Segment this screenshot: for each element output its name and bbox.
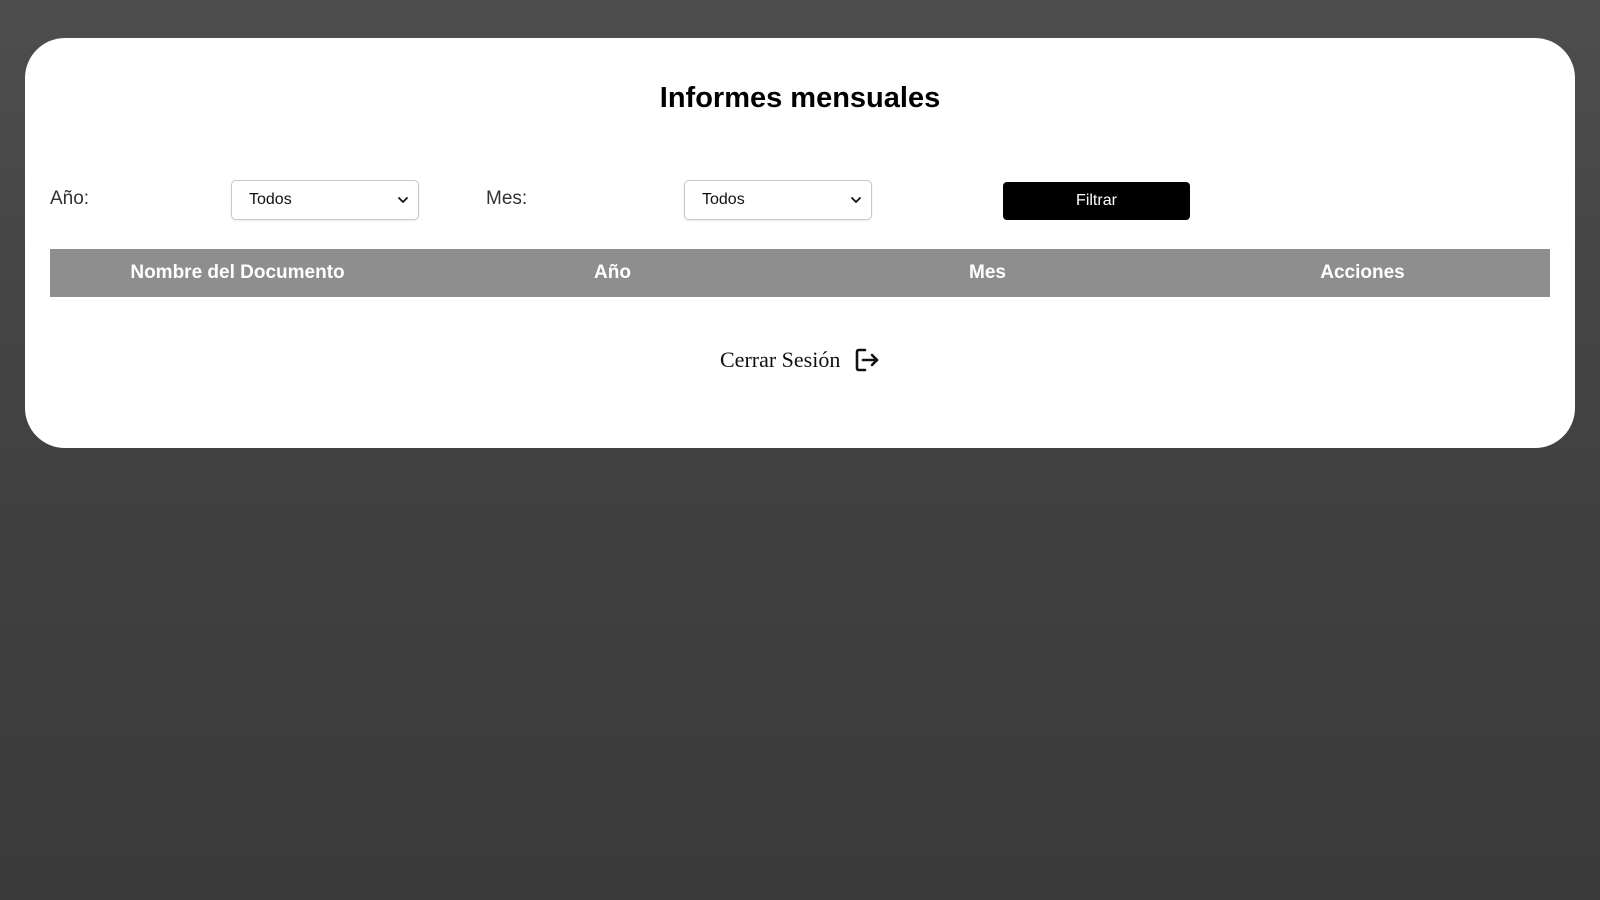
month-select-value: Todos — [702, 191, 745, 208]
filter-button[interactable]: Filtrar — [1003, 182, 1190, 220]
column-header-actions[interactable]: Acciones — [1175, 249, 1550, 297]
logout-button[interactable]: Cerrar Sesión — [720, 343, 880, 377]
table-header: Nombre del Documento Año Mes Acciones — [50, 249, 1550, 297]
logout-label: Cerrar Sesión — [720, 347, 841, 372]
month-select[interactable]: Todos — [684, 180, 872, 220]
column-header-month[interactable]: Mes — [800, 249, 1175, 297]
month-filter-label: Mes: — [486, 188, 528, 209]
chevron-down-icon — [398, 197, 408, 203]
page-title: Informes mensuales — [659, 82, 941, 114]
column-header-year[interactable]: Año — [425, 249, 800, 297]
year-filter-label: Año: — [50, 188, 90, 209]
column-header-document-name[interactable]: Nombre del Documento — [50, 249, 425, 297]
logout-icon[interactable] — [854, 346, 880, 374]
year-select[interactable]: Todos — [231, 180, 419, 220]
reports-card: Informes mensuales Año: Todos Mes: Todos… — [25, 38, 1575, 448]
year-select-value: Todos — [249, 191, 292, 208]
chevron-down-icon — [851, 197, 861, 203]
